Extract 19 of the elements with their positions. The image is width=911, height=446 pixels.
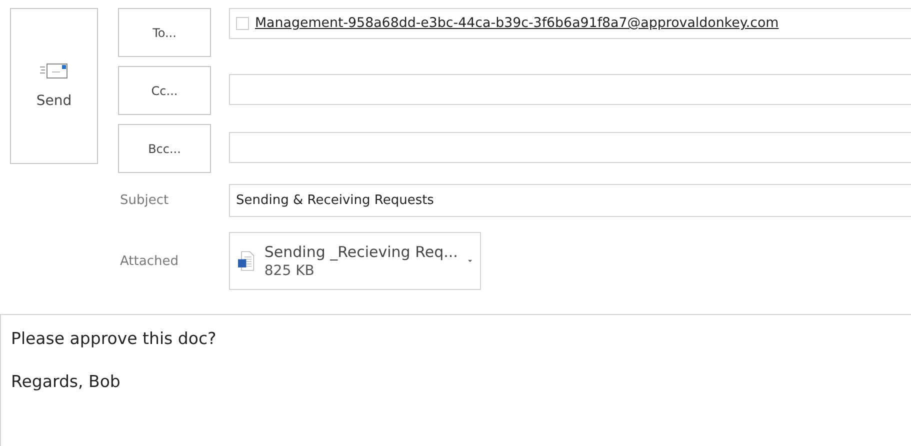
subject-field[interactable]: Sending & Receiving Requests <box>229 184 911 217</box>
bcc-button[interactable]: Bcc... <box>118 124 211 173</box>
recipient-link[interactable]: Management-958a68dd-e3bc-44ca-b39c-3f6b6a91f8a7@approvaldonkey.com <box>255 16 779 31</box>
body-text: Regards, Bob <box>11 372 122 391</box>
caret-icon[interactable] <box>468 259 472 263</box>
subject-label: Subject <box>119 193 170 208</box>
send-button[interactable]: Send <box>10 8 98 164</box>
body-text: Please approve this doc? <box>11 329 218 348</box>
envelope-icon <box>40 63 68 79</box>
recipient-field[interactable] <box>229 74 911 105</box>
to-button[interactable]: To... <box>118 8 211 57</box>
attachment-card[interactable]: Sending _Recieving Req... 825 KB <box>229 232 481 290</box>
cc-button[interactable]: Cc... <box>118 66 211 115</box>
recipient-field[interactable] <box>229 132 911 163</box>
attached-label: Attached <box>119 254 180 268</box>
recipient-field[interactable]: Management-958a68dd-e3bc-44ca-b39c-3f6b6a91f8a7@approvaldonkey.com <box>229 8 911 39</box>
file-size: 825 KB <box>264 263 316 279</box>
checkbox[interactable] <box>236 17 249 30</box>
file-name: Sending _Recieving Req... <box>264 243 458 261</box>
